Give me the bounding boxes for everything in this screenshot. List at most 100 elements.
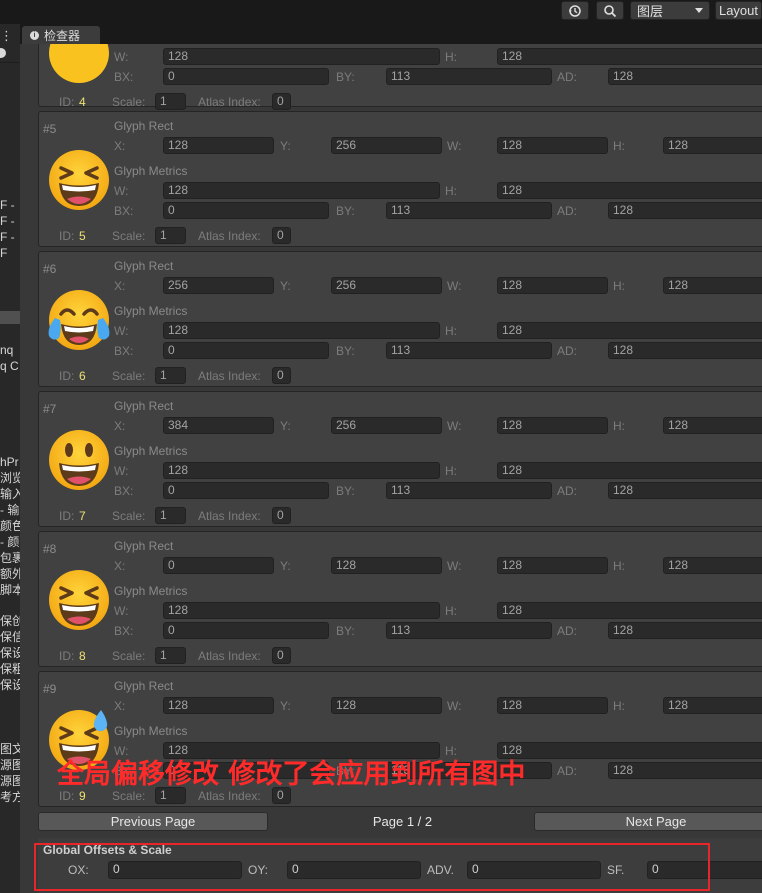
label-w: W: — [114, 464, 129, 478]
atlas-index-field[interactable]: 0 — [272, 367, 291, 384]
metrics-h-field[interactable]: 128 — [497, 48, 762, 65]
rect-w-field[interactable]: 128 — [497, 417, 608, 434]
left-fragment: 考方 — [0, 790, 20, 804]
atlas-index-field[interactable]: 0 — [272, 647, 291, 664]
scale-field[interactable]: 1 — [155, 507, 186, 524]
metrics-bx-field[interactable]: 0 — [163, 202, 329, 219]
metrics-h-field[interactable]: 128 — [497, 742, 762, 759]
label-h: H: — [445, 324, 457, 338]
rect-w-field[interactable]: 128 — [497, 697, 608, 714]
label-w: W: — [114, 50, 129, 64]
left-fragment: 图文 — [0, 742, 20, 756]
label-ad: AD: — [557, 344, 578, 358]
scale-field[interactable]: 1 — [155, 647, 186, 664]
metrics-w-field[interactable]: 128 — [163, 182, 440, 199]
layers-dropdown[interactable]: 图层 — [630, 1, 710, 20]
metrics-bx-field[interactable]: 0 — [163, 482, 329, 499]
label-by: BY: — [336, 70, 355, 84]
metrics-bx-field[interactable]: 0 — [163, 622, 329, 639]
label-atlas-index: Atlas Index: — [198, 229, 261, 243]
rect-w-field[interactable]: 128 — [497, 557, 608, 574]
tab-inspector[interactable]: i 检查器 — [22, 26, 100, 44]
info-icon: i — [30, 30, 39, 40]
glyph-card-4: W: 128 H: 128 BX: 0 BY: 113 AD: 128 ID: … — [38, 44, 762, 110]
rect-y-field[interactable]: 256 — [331, 417, 442, 434]
rect-y-field[interactable]: 128 — [331, 557, 442, 574]
metrics-by-field[interactable]: 113 — [386, 482, 552, 499]
scale-field[interactable]: 1 — [155, 367, 186, 384]
rect-h-field[interactable]: 128 — [663, 277, 762, 294]
next-page-button[interactable]: Next Page — [534, 812, 762, 831]
label-id: ID: — [59, 229, 75, 243]
metrics-w-field[interactable]: 128 — [163, 602, 440, 619]
left-fragment: 保创 — [0, 614, 20, 628]
left-fragment: 颜色 — [0, 519, 20, 533]
glyph-id-value: 9 — [79, 789, 86, 803]
left-selection-bar — [0, 311, 20, 324]
label-w: W: — [447, 419, 462, 433]
glyph-metrics-header: Glyph Metrics — [114, 724, 188, 738]
glyph-number: #7 — [43, 402, 57, 416]
label-atlas-index: Atlas Index: — [198, 789, 261, 803]
atlas-index-field[interactable]: 0 — [272, 227, 291, 244]
rect-h-field[interactable]: 128 — [663, 137, 762, 154]
metrics-bx-field[interactable]: 0 — [163, 68, 329, 85]
metrics-w-field[interactable]: 128 — [163, 322, 440, 339]
rect-x-field[interactable]: 384 — [163, 417, 274, 434]
layout-label: Layout — [718, 3, 759, 18]
metrics-bx-field[interactable]: 0 — [163, 342, 329, 359]
metrics-ad-field[interactable]: 128 — [608, 762, 762, 779]
label-h: H: — [445, 604, 457, 618]
label-atlas-index: Atlas Index: — [198, 649, 261, 663]
metrics-w-field[interactable]: 128 — [163, 462, 440, 479]
scale-field[interactable]: 1 — [155, 93, 186, 110]
metrics-by-field[interactable]: 113 — [386, 68, 552, 85]
rect-x-field[interactable]: 256 — [163, 277, 274, 294]
metrics-ad-field[interactable]: 128 — [608, 68, 762, 85]
rect-x-field[interactable]: 0 — [163, 557, 274, 574]
label-id: ID: — [59, 95, 75, 109]
rect-y-field[interactable]: 128 — [331, 697, 442, 714]
rect-y-field[interactable]: 256 — [331, 137, 442, 154]
left-fragment: 浏览 — [0, 471, 20, 485]
rect-h-field[interactable]: 128 — [663, 557, 762, 574]
metrics-by-field[interactable]: 113 — [386, 622, 552, 639]
label-w: W: — [447, 699, 462, 713]
metrics-by-field[interactable]: 113 — [386, 202, 552, 219]
label-id: ID: — [59, 649, 75, 663]
glyph-metrics-header: Glyph Metrics — [114, 584, 188, 598]
atlas-index-field[interactable]: 0 — [272, 507, 291, 524]
metrics-ad-field[interactable]: 128 — [608, 622, 762, 639]
label-ad: AD: — [557, 624, 578, 638]
metrics-by-field[interactable]: 113 — [386, 342, 552, 359]
rect-x-field[interactable]: 128 — [163, 697, 274, 714]
rect-h-field[interactable]: 128 — [663, 697, 762, 714]
label-id: ID: — [59, 789, 75, 803]
left-fragment: 输入 — [0, 487, 20, 501]
rect-y-field[interactable]: 256 — [331, 277, 442, 294]
rect-w-field[interactable]: 128 — [497, 137, 608, 154]
metrics-ad-field[interactable]: 128 — [608, 202, 762, 219]
metrics-h-field[interactable]: 128 — [497, 462, 762, 479]
metrics-ad-field[interactable]: 128 — [608, 342, 762, 359]
metrics-ad-field[interactable]: 128 — [608, 482, 762, 499]
dropdown-arrow-icon — [695, 7, 703, 13]
glyph-card-5: #5 Glyph Rect X: 128 Y: 256 W: 128 H: 12… — [38, 111, 762, 247]
rect-h-field[interactable]: 128 — [663, 417, 762, 434]
rect-x-field[interactable]: 128 — [163, 137, 274, 154]
previous-page-button[interactable]: Previous Page — [38, 812, 268, 831]
panel-menu-icon[interactable]: ⋮ — [0, 29, 13, 43]
annotation-text: 全局偏移修改 修改了会应用到所有图中 — [57, 759, 526, 790]
history-button[interactable] — [561, 1, 589, 20]
metrics-h-field[interactable]: 128 — [497, 602, 762, 619]
label-w: W: — [447, 559, 462, 573]
search-button[interactable] — [596, 1, 624, 20]
layout-dropdown[interactable]: Layout — [715, 1, 762, 20]
scale-field[interactable]: 1 — [155, 227, 186, 244]
left-fragment: - 输 — [0, 503, 20, 517]
rect-w-field[interactable]: 128 — [497, 277, 608, 294]
metrics-h-field[interactable]: 128 — [497, 182, 762, 199]
atlas-index-field[interactable]: 0 — [272, 93, 291, 110]
metrics-w-field[interactable]: 128 — [163, 48, 440, 65]
metrics-h-field[interactable]: 128 — [497, 322, 762, 339]
